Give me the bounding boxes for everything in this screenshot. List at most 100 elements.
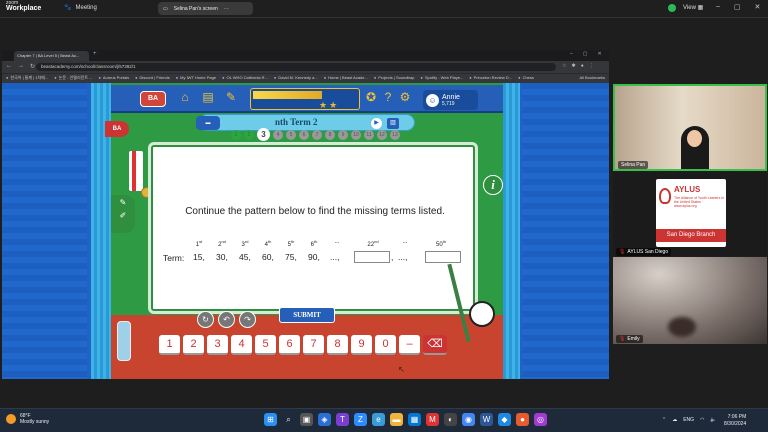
bookmark[interactable]: Projects | Soundtrap bbox=[374, 75, 414, 82]
reset-icon[interactable]: ↻ bbox=[197, 311, 214, 328]
minimize-icon[interactable]: – bbox=[570, 51, 573, 57]
bookmark[interactable]: Spotify - Web Playe... bbox=[420, 75, 463, 82]
question-icon[interactable]: ? bbox=[381, 90, 395, 104]
screen-share-pill[interactable]: ▭ Selina Pan's screen ⋯ bbox=[158, 2, 253, 15]
close-icon[interactable]: ✕ bbox=[598, 51, 602, 57]
shield-icon[interactable] bbox=[668, 4, 676, 12]
question-dot[interactable]: 13 bbox=[390, 130, 400, 140]
key-5[interactable]: 5 bbox=[255, 335, 276, 355]
all-bookmarks[interactable]: All Bookmarks bbox=[575, 75, 605, 80]
question-dot[interactable]: 8 bbox=[325, 130, 335, 140]
answer-box-22nd[interactable] bbox=[354, 251, 390, 263]
meeting-button[interactable]: 🐾 Meeting bbox=[64, 4, 97, 12]
gear-icon[interactable]: ⚙ bbox=[398, 90, 412, 104]
key-3[interactable]: 3 bbox=[207, 335, 228, 355]
question-dot[interactable]: 7 bbox=[312, 130, 322, 140]
bookmark[interactable]: OL WHO California R... bbox=[222, 75, 267, 82]
redo-icon[interactable]: ↷ bbox=[239, 311, 256, 328]
teams-icon[interactable]: T bbox=[336, 413, 349, 426]
info-button[interactable]: i bbox=[483, 175, 503, 195]
bookmark[interactable]: My IWT Home Page bbox=[176, 75, 216, 82]
question-dot[interactable]: 6 bbox=[299, 130, 309, 140]
participant-video-emily[interactable]: 🎙 Emily bbox=[613, 257, 767, 344]
file-explorer-icon[interactable]: ▬ bbox=[390, 413, 403, 426]
participant-video-selina[interactable]: Selina Pan bbox=[613, 84, 767, 171]
submit-button[interactable]: SUBMIT bbox=[279, 307, 335, 323]
profile-icon[interactable]: ● bbox=[581, 63, 584, 69]
key-1[interactable]: 1 bbox=[159, 335, 180, 355]
chevron-up-icon[interactable]: ⌃ bbox=[662, 417, 666, 423]
eraser-icon[interactable]: ✐ bbox=[111, 211, 135, 220]
key-7[interactable]: 7 bbox=[303, 335, 324, 355]
question-dot[interactable]: 4 bbox=[273, 130, 283, 140]
bookmark[interactable]: Home | Beast Acade... bbox=[324, 75, 368, 82]
bookmark[interactable]: 한국어 | 통계 | 1차매... bbox=[6, 75, 48, 82]
backspace-button[interactable]: ⌫ bbox=[423, 335, 447, 355]
chrome-icon[interactable]: ◉ bbox=[462, 413, 475, 426]
question-dot[interactable]: 1 bbox=[231, 130, 241, 140]
close-icon[interactable]: ✕ bbox=[755, 3, 761, 11]
puzzle-icon[interactable]: ✱ bbox=[571, 63, 575, 69]
book-icon[interactable]: ▥ bbox=[387, 118, 399, 129]
question-dot[interactable]: 11 bbox=[364, 130, 374, 140]
search-icon[interactable]: ⌕ bbox=[282, 413, 295, 426]
task-view-icon[interactable]: ▣ bbox=[300, 413, 313, 426]
view-button[interactable]: View ▦ bbox=[683, 4, 703, 11]
undo-icon[interactable]: ↶ bbox=[218, 311, 235, 328]
key-minus[interactable]: – bbox=[399, 335, 420, 355]
bookmark[interactable]: Aureus Portals bbox=[98, 75, 129, 82]
pencil-icon[interactable]: ✎ bbox=[224, 90, 238, 104]
pencil-icon[interactable]: ✎ bbox=[111, 198, 135, 207]
maximize-icon[interactable]: ▢ bbox=[583, 51, 588, 57]
app-icon[interactable]: ● bbox=[516, 413, 529, 426]
key-0[interactable]: 0 bbox=[375, 335, 396, 355]
key-2[interactable]: 2 bbox=[183, 335, 204, 355]
answer-box-50th[interactable] bbox=[425, 251, 461, 263]
clock[interactable]: 7:06 PM 8/30/2024 bbox=[724, 414, 746, 428]
key-9[interactable]: 9 bbox=[351, 335, 372, 355]
participant-video-aylus[interactable]: AYLUS The Alliance of Youth Leaders in t… bbox=[613, 172, 767, 256]
menu-icon[interactable]: ⋮ bbox=[589, 63, 594, 69]
key-4[interactable]: 4 bbox=[231, 335, 252, 355]
bookmark[interactable]: David M. Kennedy a... bbox=[274, 75, 317, 82]
bookmark[interactable]: 논문 - 인텔리전트 ... bbox=[54, 75, 93, 82]
app-icon[interactable]: ◆ bbox=[498, 413, 511, 426]
user-badge[interactable]: ☺ Annie 5,719 bbox=[423, 90, 478, 110]
home-icon[interactable]: ⌂ bbox=[178, 90, 192, 104]
question-dot[interactable]: 12 bbox=[377, 130, 387, 140]
chapter-icon[interactable]: ▬ bbox=[196, 116, 220, 130]
more-icon[interactable]: ⋯ bbox=[224, 6, 229, 12]
question-dot[interactable]: 10 bbox=[351, 130, 361, 140]
store-icon[interactable]: ▦ bbox=[408, 413, 421, 426]
reload-icon[interactable]: ↻ bbox=[30, 63, 35, 70]
bookmark[interactable]: Discord | Friends bbox=[135, 75, 170, 82]
weather-widget[interactable]: 68°F Mostly sunny bbox=[6, 413, 49, 425]
widgets-icon[interactable]: ◈ bbox=[318, 413, 331, 426]
question-dot[interactable]: 2 bbox=[244, 130, 254, 140]
word-icon[interactable]: W bbox=[480, 413, 493, 426]
start-icon[interactable]: ⊞ bbox=[264, 413, 277, 426]
address-bar[interactable]: beastacademy.com/school/classroom/j/5738… bbox=[36, 63, 556, 71]
zoom-icon[interactable]: Z bbox=[354, 413, 367, 426]
maximize-icon[interactable]: ▢ bbox=[734, 3, 741, 11]
forward-icon[interactable]: → bbox=[18, 63, 24, 70]
book-icon[interactable]: ▤ bbox=[201, 90, 215, 104]
browser-tab[interactable]: Chapter 7 | BA Level 5 | Beast Ac... bbox=[14, 51, 89, 61]
cloud-icon[interactable]: ☁ bbox=[672, 417, 677, 423]
volume-icon[interactable]: 🔈 bbox=[710, 417, 716, 423]
new-tab-icon[interactable]: + bbox=[93, 51, 97, 57]
ba-logo[interactable]: BA bbox=[140, 91, 166, 107]
play-icon[interactable]: ▶ bbox=[371, 118, 382, 129]
question-dot[interactable]: 5 bbox=[286, 130, 296, 140]
key-8[interactable]: 8 bbox=[327, 335, 348, 355]
star-icon[interactable]: ☆ bbox=[562, 63, 566, 69]
language-indicator[interactable]: ENG bbox=[683, 417, 694, 423]
edge-icon[interactable]: e bbox=[372, 413, 385, 426]
medal-icon[interactable]: ✪ bbox=[364, 90, 378, 104]
mcafee-icon[interactable]: M bbox=[426, 413, 439, 426]
back-icon[interactable]: ← bbox=[6, 63, 12, 70]
bookmark[interactable]: Chess bbox=[518, 75, 534, 82]
bookmark[interactable]: Princeton Review D... bbox=[469, 75, 512, 82]
question-dot[interactable]: 3 bbox=[257, 128, 270, 141]
minimize-icon[interactable]: – bbox=[716, 3, 720, 11]
